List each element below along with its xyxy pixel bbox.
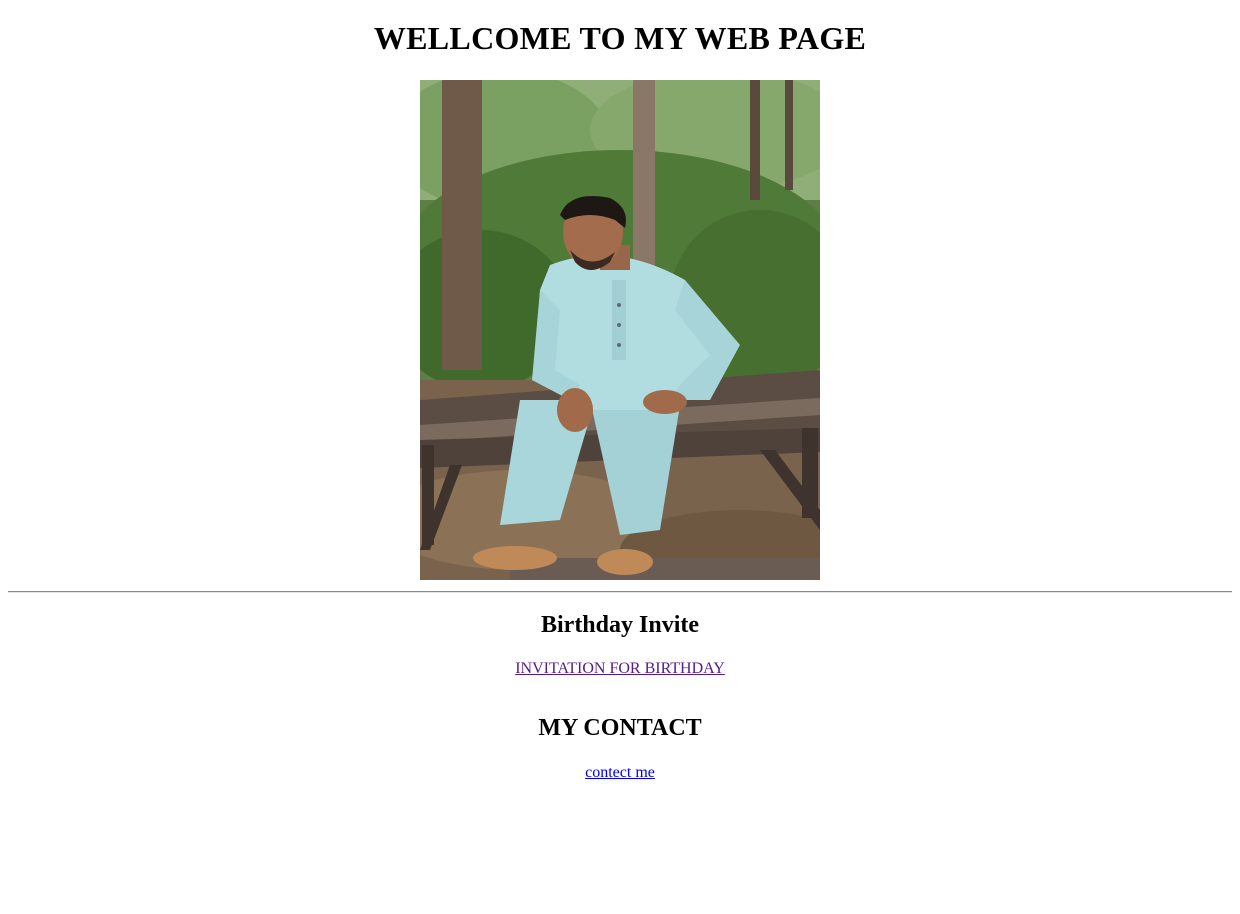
contact-me-link[interactable]: contect me [585,764,655,781]
section-divider [8,591,1232,593]
birthday-link-row: INVITATION FOR BIRTHDAY [0,660,1240,678]
web-page: WELLCOME TO MY WEB PAGE Birthday Invite … [0,0,1240,914]
birthday-invitation-link[interactable]: INVITATION FOR BIRTHDAY [515,660,725,677]
contact-link-row: contect me [0,764,1240,782]
contact-heading: MY CONTACT [538,715,702,741]
page-title: WELLCOME TO MY WEB PAGE [373,20,867,56]
birthday-heading: Birthday Invite [540,612,699,638]
portrait-photo [420,80,820,580]
